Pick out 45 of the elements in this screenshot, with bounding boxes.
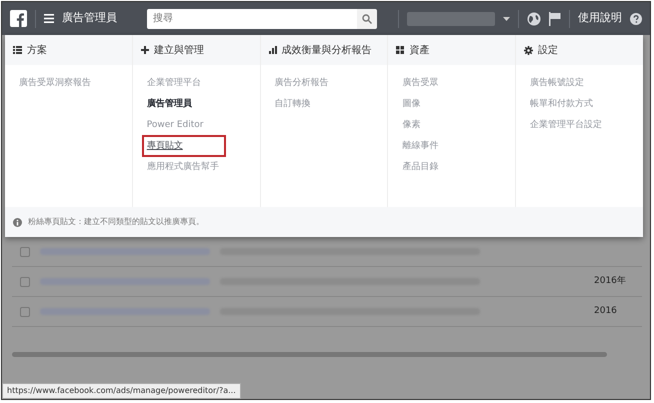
facebook-logo-icon [10,10,27,27]
menu-item[interactable]: 應用程式廣告幫手 [144,159,221,175]
date-cell-text: 2016年 [594,274,627,288]
date-cell-text: 2016 [594,304,618,318]
menu-item[interactable]: 廣告帳號設定 [528,75,586,91]
menu-item[interactable]: 離線事件 [400,138,440,154]
search-icon [362,14,372,24]
settings-icon [524,46,534,54]
menu-item[interactable]: 產品目錄 [400,159,440,175]
app-title[interactable]: 廣告管理員 [62,10,117,27]
help-link[interactable]: 使用說明 [578,10,622,27]
help-icon [630,12,642,24]
info-text: 粉絲專頁貼文：建立不同類型的貼文以推廣專頁。 [28,216,204,228]
status-bar-url: https://www.facebook.com/ads/manage/powereditor/?a... [2,383,241,399]
column-heading: 成效衡量與分析報告 [282,44,372,58]
bar-chart-icon [268,46,277,54]
menu-item[interactable]: 廣告分析報告 [272,75,331,91]
column-heading: 建立與管理 [154,44,204,58]
column-heading: 設定 [538,44,558,58]
menu-item[interactable]: 專頁貼文 [144,138,223,154]
caret-icon [503,16,510,20]
search-button[interactable] [357,8,377,28]
menu-item[interactable]: 廣告受眾 [400,75,440,91]
menu-item[interactable]: 廣告受眾洞察報告 [17,75,93,91]
menu-item[interactable]: Power Editor [144,117,206,133]
menu-item[interactable]: 像素 [400,117,422,133]
column-heading: 資產 [409,44,430,58]
menu-item[interactable]: 廣告管理員 [144,96,194,112]
menu-item[interactable]: 圖像 [400,96,422,112]
plus-icon [140,46,149,54]
flag-icon[interactable] [549,12,561,26]
menu-icon[interactable] [44,14,54,23]
menu-item[interactable]: 企業管理平台設定 [528,117,604,133]
menu-item[interactable]: 帳單和付款方式 [528,96,596,112]
search-field[interactable]: 搜尋 [147,8,357,28]
row-checkbox[interactable] [20,246,30,256]
list-icon [13,46,22,54]
globe-icon[interactable] [527,12,541,26]
grid-icon [396,46,404,54]
row-checkbox[interactable] [20,306,30,316]
menu-item[interactable]: 自訂轉換 [272,96,313,112]
column-heading: 方案 [27,44,47,58]
info-icon [13,218,22,226]
menu-item[interactable]: 企業管理平台 [144,75,203,91]
row-checkbox[interactable] [20,276,30,286]
